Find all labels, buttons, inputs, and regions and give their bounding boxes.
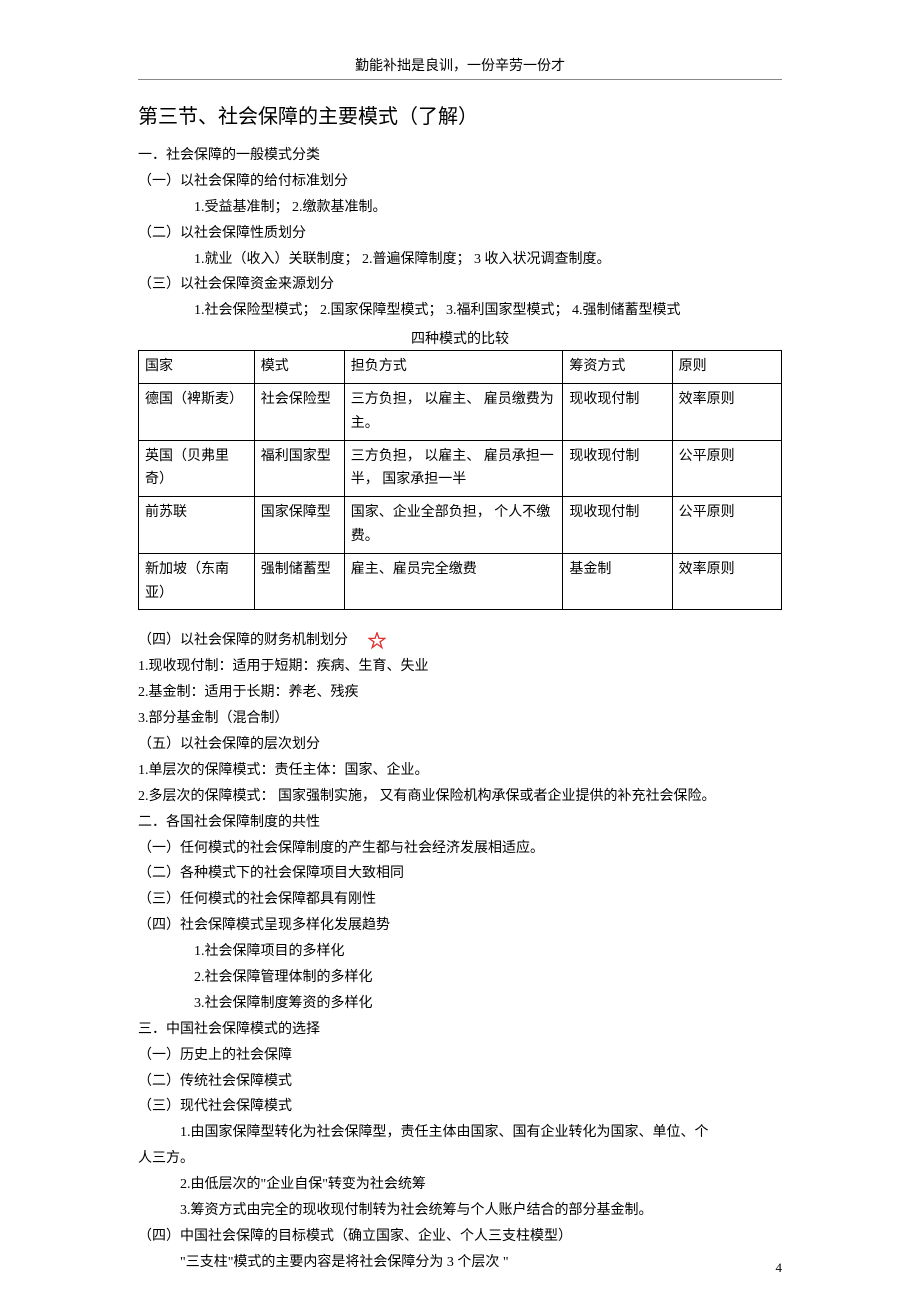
section-title: 第三节、社会保障的主要模式（了解） [138, 100, 782, 129]
item-1a1: 1.受益基准制； 2.缴款基准制。 [138, 195, 782, 221]
body-content-2: （四）以社会保障的财务机制划分 1.现收现付制：适用于短期：疾病、生育、失业 2… [138, 628, 782, 1275]
heading-1: 一．社会保障的一般模式分类 [138, 143, 782, 169]
table-cell: 英国（贝弗里奇） [139, 440, 255, 497]
item-5-2: 2.多层次的保障模式： 国家强制实施， 又有商业保险机构承保或者企业提供的补充社… [138, 784, 782, 810]
item-4-3: 3.部分基金制（混合制） [138, 706, 782, 732]
table-header: 担负方式 [344, 351, 563, 384]
document-page: 勤能补拙是良训，一份辛劳一份才 第三节、社会保障的主要模式（了解） 一．社会保障… [0, 0, 920, 1316]
table-row: 英国（贝弗里奇） 福利国家型 三方负担， 以雇主、 雇员承担一半， 国家承担一半… [139, 440, 782, 497]
table-cell: 效率原则 [672, 384, 781, 441]
item-2a: （一）任何模式的社会保障制度的产生都与社会经济发展相适应。 [138, 836, 782, 862]
table-cell: 雇主、雇员完全缴费 [344, 553, 563, 610]
item-4-2: 2.基金制：适用于长期：养老、残疾 [138, 680, 782, 706]
item-3c2: 2.由低层次的"企业自保"转变为社会统筹 [138, 1172, 782, 1198]
item-1c: （三）以社会保障资金来源划分 [138, 272, 782, 298]
header-motto: 勤能补拙是良训，一份辛劳一份才 [138, 55, 782, 75]
item-5h: （五）以社会保障的层次划分 [138, 732, 782, 758]
heading-3: 三．中国社会保障模式的选择 [138, 1017, 782, 1043]
item-3a: （一）历史上的社会保障 [138, 1043, 782, 1069]
item-1b: （二）以社会保障性质划分 [138, 221, 782, 247]
table-cell: 三方负担， 以雇主、 雇员缴费为主。 [344, 384, 563, 441]
table-row: 新加坡（东南亚） 强制储蓄型 雇主、雇员完全缴费 基金制 效率原则 [139, 553, 782, 610]
table-cell: 国家保障型 [254, 497, 344, 554]
item-2d: （四）社会保障模式呈现多样化发展趋势 [138, 913, 782, 939]
table-row: 前苏联 国家保障型 国家、企业全部负担， 个人不缴费。 现收现付制 公平原则 [139, 497, 782, 554]
table-cell: 国家、企业全部负担， 个人不缴费。 [344, 497, 563, 554]
table-cell: 公平原则 [672, 497, 781, 554]
item-4h: （四）以社会保障的财务机制划分 [138, 628, 348, 654]
table-cell: 现收现付制 [563, 440, 672, 497]
item-3d1: "三支柱"模式的主要内容是将社会保障分为 3 个层次 " [138, 1250, 782, 1276]
table-cell: 基金制 [563, 553, 672, 610]
item-3b: （二）传统社会保障模式 [138, 1069, 782, 1095]
item-2b: （二）各种模式下的社会保障项目大致相同 [138, 861, 782, 887]
table-caption: 四种模式的比较 [138, 328, 782, 348]
table-cell: 现收现付制 [563, 384, 672, 441]
table-cell: 公平原则 [672, 440, 781, 497]
item-3c1: 1.由国家保障型转化为社会保障型，责任主体由国家、国有企业转化为国家、单位、个 [138, 1120, 782, 1146]
table-cell: 福利国家型 [254, 440, 344, 497]
item-1b1: 1.就业（收入）关联制度； 2.普遍保障制度； 3 收入状况调查制度。 [138, 247, 782, 273]
item-3c3: 3.筹资方式由完全的现收现付制转为社会统筹与个人账户结合的部分基金制。 [138, 1198, 782, 1224]
table-cell: 社会保险型 [254, 384, 344, 441]
table-header: 筹资方式 [563, 351, 672, 384]
table-header: 原则 [672, 351, 781, 384]
item-1c1: 1.社会保险型模式； 2.国家保障型模式； 3.福利国家型模式； 4.强制储蓄型… [138, 298, 782, 324]
heading-2: 二．各国社会保障制度的共性 [138, 810, 782, 836]
item-4-1: 1.现收现付制：适用于短期：疾病、生育、失业 [138, 654, 782, 680]
item-3c1b: 人三方。 [138, 1146, 782, 1172]
item-5-1: 1.单层次的保障模式：责任主体：国家、企业。 [138, 758, 782, 784]
item-3c: （三）现代社会保障模式 [138, 1094, 782, 1120]
table-header: 国家 [139, 351, 255, 384]
header-divider [138, 79, 782, 80]
item-1a: （一）以社会保障的给付标准划分 [138, 169, 782, 195]
table-cell: 强制储蓄型 [254, 553, 344, 610]
page-number: 4 [776, 1260, 783, 1276]
item-2d3: 3.社会保障制度筹资的多样化 [138, 991, 782, 1017]
table-cell: 现收现付制 [563, 497, 672, 554]
item-2d1: 1.社会保障项目的多样化 [138, 939, 782, 965]
table-header: 模式 [254, 351, 344, 384]
star-icon [368, 632, 386, 650]
comparison-table: 国家 模式 担负方式 筹资方式 原则 德国（裨斯麦） 社会保险型 三方负担， 以… [138, 350, 782, 610]
body-content: 一．社会保障的一般模式分类 （一）以社会保障的给付标准划分 1.受益基准制； 2… [138, 143, 782, 324]
table-cell: 三方负担， 以雇主、 雇员承担一半， 国家承担一半 [344, 440, 563, 497]
table-cell: 效率原则 [672, 553, 781, 610]
table-row: 国家 模式 担负方式 筹资方式 原则 [139, 351, 782, 384]
table-row: 德国（裨斯麦） 社会保险型 三方负担， 以雇主、 雇员缴费为主。 现收现付制 效… [139, 384, 782, 441]
item-2c: （三）任何模式的社会保障都具有刚性 [138, 887, 782, 913]
table-cell: 前苏联 [139, 497, 255, 554]
item-3d: （四）中国社会保障的目标模式（确立国家、企业、个人三支柱模型） [138, 1224, 782, 1250]
table-cell: 新加坡（东南亚） [139, 553, 255, 610]
table-cell: 德国（裨斯麦） [139, 384, 255, 441]
item-2d2: 2.社会保障管理体制的多样化 [138, 965, 782, 991]
